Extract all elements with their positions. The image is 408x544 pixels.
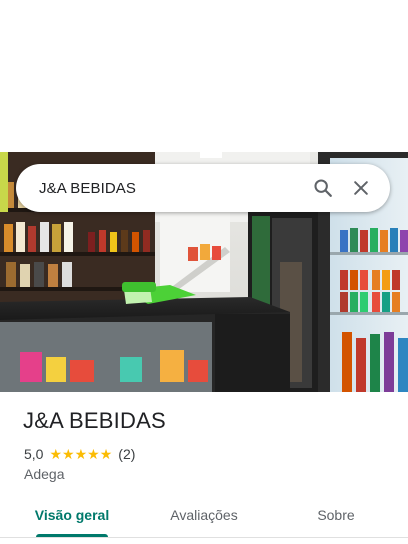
close-icon[interactable]: [342, 169, 380, 207]
star-icon: ★: [74, 446, 88, 462]
search-bar[interactable]: J&A BEBIDAS: [16, 164, 390, 212]
star-icon: ★: [62, 446, 75, 462]
tab-overview[interactable]: Visão geral: [12, 492, 132, 538]
search-icon[interactable]: [304, 169, 342, 207]
place-category[interactable]: Adega: [24, 466, 64, 482]
rating-stars: ★ ★ ★ ★ ★: [49, 447, 112, 461]
place-tabs: Visão geral Avaliações Sobre: [0, 492, 408, 538]
review-count[interactable]: (2): [118, 446, 135, 462]
rating-value: 5,0: [24, 446, 44, 462]
tab-reviews[interactable]: Avaliações: [144, 492, 264, 538]
search-input[interactable]: J&A BEBIDAS: [39, 180, 304, 197]
rating-row[interactable]: 5,0 ★ ★ ★ ★ ★ (2): [24, 445, 135, 463]
star-icon: ★: [49, 446, 63, 462]
tabs-divider: [0, 537, 408, 538]
top-blank-area: [0, 0, 408, 152]
tab-about[interactable]: Sobre: [276, 492, 396, 538]
star-icon: ★: [99, 446, 113, 462]
star-icon: ★: [87, 446, 100, 462]
place-name: J&A BEBIDAS: [23, 408, 166, 433]
